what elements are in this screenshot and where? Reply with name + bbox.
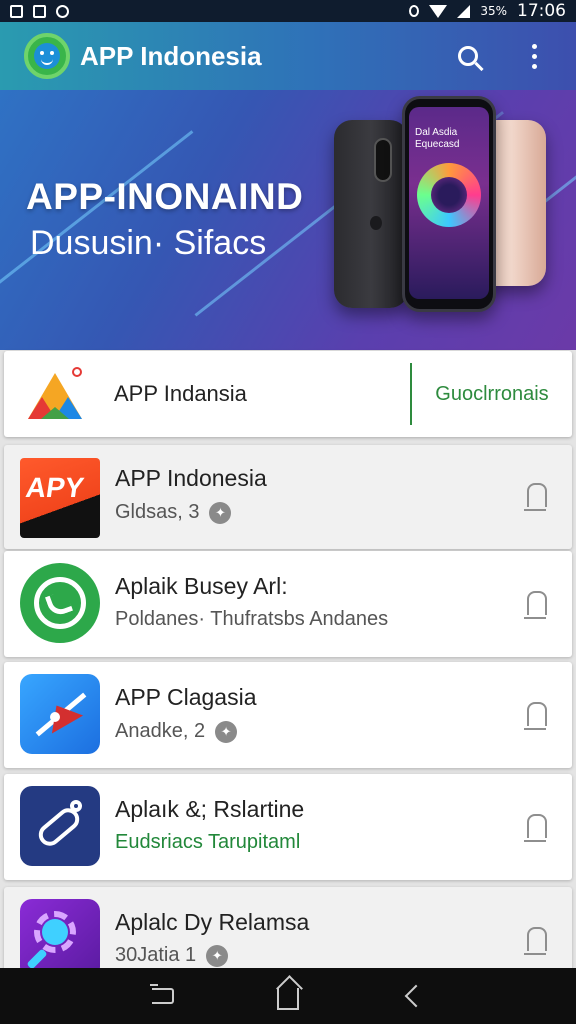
featured-app-action-button[interactable]: Guoclrronais — [412, 383, 572, 406]
screen: 35% 17:06 APP Indonesia APP-INONAIND Dus… — [0, 0, 576, 1024]
back-button[interactable] — [393, 976, 433, 1016]
bookmark-icon[interactable] — [524, 483, 547, 513]
search-icon — [458, 46, 478, 66]
signal-icon — [10, 4, 23, 18]
list-item[interactable]: Aplaık &; Rslartine Eudsriacs Tarupitaml — [4, 774, 572, 880]
app-name: APP Clagasia — [115, 684, 257, 710]
list-item[interactable]: APP Clagasia Anadke, 2 ✦ — [4, 662, 572, 768]
phone-front-image: Dal Asdia Equecasd — [402, 96, 496, 312]
bookmark-icon[interactable] — [524, 927, 547, 957]
phone-back-image — [334, 120, 408, 308]
apy-icon-text: APY — [23, 472, 86, 503]
app-bar: APP Indonesia — [0, 22, 576, 90]
app-subtitle-text: Anadke, 2 — [115, 720, 206, 742]
bookmark-icon[interactable] — [524, 814, 547, 844]
app-name: Aplaik Busey Arl: — [115, 573, 288, 599]
sync-icon — [56, 4, 69, 18]
rating-icon: ✦ — [206, 944, 229, 967]
featured-app-logo-icon — [24, 363, 86, 425]
wifi-icon — [429, 4, 448, 18]
banner-headline: APP-INONAIND — [26, 176, 304, 217]
featured-app-name: APP Indansia — [114, 381, 247, 406]
app-subtitle: 30Jatia 1 ✦ — [115, 944, 229, 967]
app-subtitle: Poldanes· Thufratsbs Andanes — [115, 608, 388, 631]
bookmark-icon[interactable] — [524, 591, 547, 621]
spiral-graphic-icon — [417, 163, 481, 227]
phone-screen-text: Dal Asdia Equecasd — [415, 127, 460, 150]
compass-icon — [20, 674, 100, 754]
home-button[interactable] — [268, 976, 308, 1016]
list-item[interactable]: Aplaik Busey Arl: Poldanes· Thufratsbs A… — [4, 551, 572, 657]
app-subtitle: Gldsas, 3 ✦ — [115, 501, 232, 524]
app-subtitle-text: Gldsas, 3 — [115, 501, 200, 523]
rating-icon: ✦ — [209, 501, 232, 524]
magnifier-gear-icon — [20, 899, 100, 979]
overflow-menu-button[interactable] — [512, 34, 556, 78]
bookmark-icon[interactable] — [524, 702, 547, 732]
recents-button[interactable] — [143, 976, 183, 1016]
app-name: Aplaık &; Rslartine — [115, 796, 305, 822]
app-subtitle-text: Eudsriacs Tarupitaml — [115, 831, 301, 853]
app-subtitle: Eudsriacs Tarupitaml — [115, 831, 300, 854]
phone-chat-icon — [20, 563, 100, 643]
search-button[interactable] — [446, 34, 490, 78]
apple-logo-icon — [370, 216, 382, 230]
clock: 17:06 — [517, 1, 566, 21]
app-subtitle-text: Poldanes· Thufratsbs Andanes — [115, 608, 389, 630]
status-bar: 35% 17:06 — [0, 0, 576, 22]
battery-level: 35% — [480, 4, 507, 18]
featured-app-card[interactable]: APP Indansia Guoclrronais — [4, 351, 572, 437]
logo-face — [34, 43, 60, 69]
banner-subheadline: Dususin· Sifacs — [30, 224, 267, 262]
link-icon — [20, 786, 100, 866]
promo-banner[interactable]: APP-INONAIND Dususin· Sifacs Dal Asdia E… — [0, 90, 576, 350]
status-right: 35% 17:06 — [409, 1, 566, 21]
cell-icon — [457, 4, 471, 18]
vibrate-icon — [409, 5, 420, 17]
app-subtitle-text: 30Jatia 1 — [115, 944, 197, 966]
recents-icon — [149, 984, 174, 1004]
app-logo-icon — [24, 33, 70, 79]
list-item[interactable]: APY APP Indonesia Gldsas, 3 ✦ — [4, 445, 572, 549]
status-left — [10, 4, 69, 18]
app-name: Aplalc Dy Relamsa — [115, 909, 310, 935]
notification-icon — [33, 4, 46, 18]
rating-icon: ✦ — [215, 720, 238, 743]
app-title: APP Indonesia — [80, 40, 262, 71]
back-icon — [404, 984, 428, 1008]
phone-screen: Dal Asdia Equecasd — [409, 107, 489, 299]
system-nav-bar — [0, 968, 576, 1024]
app-name: APP Indonesia — [115, 465, 267, 491]
apy-icon: APY — [20, 458, 100, 538]
app-subtitle: Anadke, 2 ✦ — [115, 720, 238, 743]
more-vert-icon — [531, 43, 537, 69]
camera-icon — [374, 138, 392, 182]
home-icon — [276, 988, 299, 1010]
